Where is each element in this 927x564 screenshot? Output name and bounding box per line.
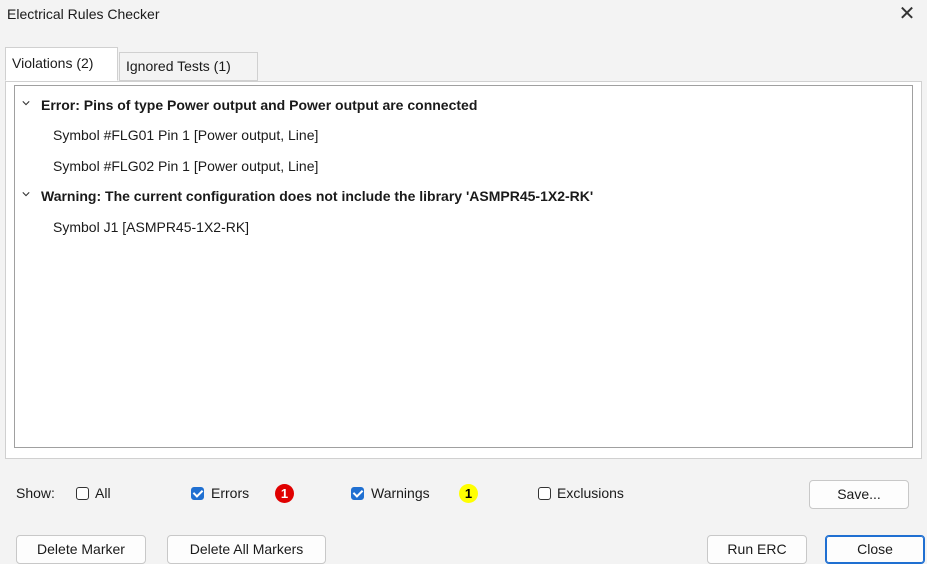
- errors-checkbox[interactable]: [191, 487, 204, 500]
- tab-ignored-tests[interactable]: Ignored Tests (1): [119, 52, 258, 81]
- window-title: Electrical Rules Checker: [7, 6, 160, 22]
- tree-item-label: Symbol #FLG01 Pin 1 [Power output, Line]: [53, 127, 319, 143]
- save-button[interactable]: Save...: [809, 480, 909, 509]
- show-label: Show:: [16, 485, 55, 501]
- chevron-down-icon[interactable]: [22, 99, 30, 107]
- delete-marker-button[interactable]: Delete Marker: [16, 535, 146, 564]
- errors-checkbox-label[interactable]: Errors: [211, 485, 249, 501]
- error-count-badge: 1: [275, 484, 294, 503]
- tree-group-error[interactable]: Error: Pins of type Power output and Pow…: [15, 90, 912, 120]
- tree-group-label: Error: Pins of type Power output and Pow…: [41, 97, 478, 113]
- exclusions-checkbox[interactable]: [538, 487, 551, 500]
- delete-all-markers-button[interactable]: Delete All Markers: [167, 535, 326, 564]
- violations-panel: Error: Pins of type Power output and Pow…: [5, 81, 922, 459]
- close-icon[interactable]: ✕: [893, 1, 921, 29]
- warnings-checkbox-label[interactable]: Warnings: [371, 485, 430, 501]
- run-erc-button[interactable]: Run ERC: [707, 535, 807, 564]
- chevron-down-icon[interactable]: [22, 190, 30, 198]
- warning-count-badge: 1: [459, 484, 478, 503]
- tree-item[interactable]: Symbol J1 [ASMPR45-1X2-RK]: [15, 212, 912, 242]
- tree-group-warning[interactable]: Warning: The current configuration does …: [15, 181, 912, 211]
- tree-item[interactable]: Symbol #FLG01 Pin 1 [Power output, Line]: [15, 120, 912, 150]
- tab-violations[interactable]: Violations (2): [5, 47, 118, 81]
- tree-item-label: Symbol #FLG02 Pin 1 [Power output, Line]: [53, 158, 319, 174]
- violations-tree[interactable]: Error: Pins of type Power output and Pow…: [14, 85, 913, 448]
- title-bar: Electrical Rules Checker ✕: [0, 0, 927, 32]
- tree-group-label: Warning: The current configuration does …: [41, 188, 594, 204]
- close-button[interactable]: Close: [825, 535, 925, 564]
- tree-item-label: Symbol J1 [ASMPR45-1X2-RK]: [53, 219, 250, 235]
- warnings-checkbox[interactable]: [351, 487, 364, 500]
- all-checkbox[interactable]: [76, 487, 89, 500]
- all-checkbox-label[interactable]: All: [95, 485, 111, 501]
- tree-item[interactable]: Symbol #FLG02 Pin 1 [Power output, Line]: [15, 151, 912, 181]
- exclusions-checkbox-label[interactable]: Exclusions: [557, 485, 624, 501]
